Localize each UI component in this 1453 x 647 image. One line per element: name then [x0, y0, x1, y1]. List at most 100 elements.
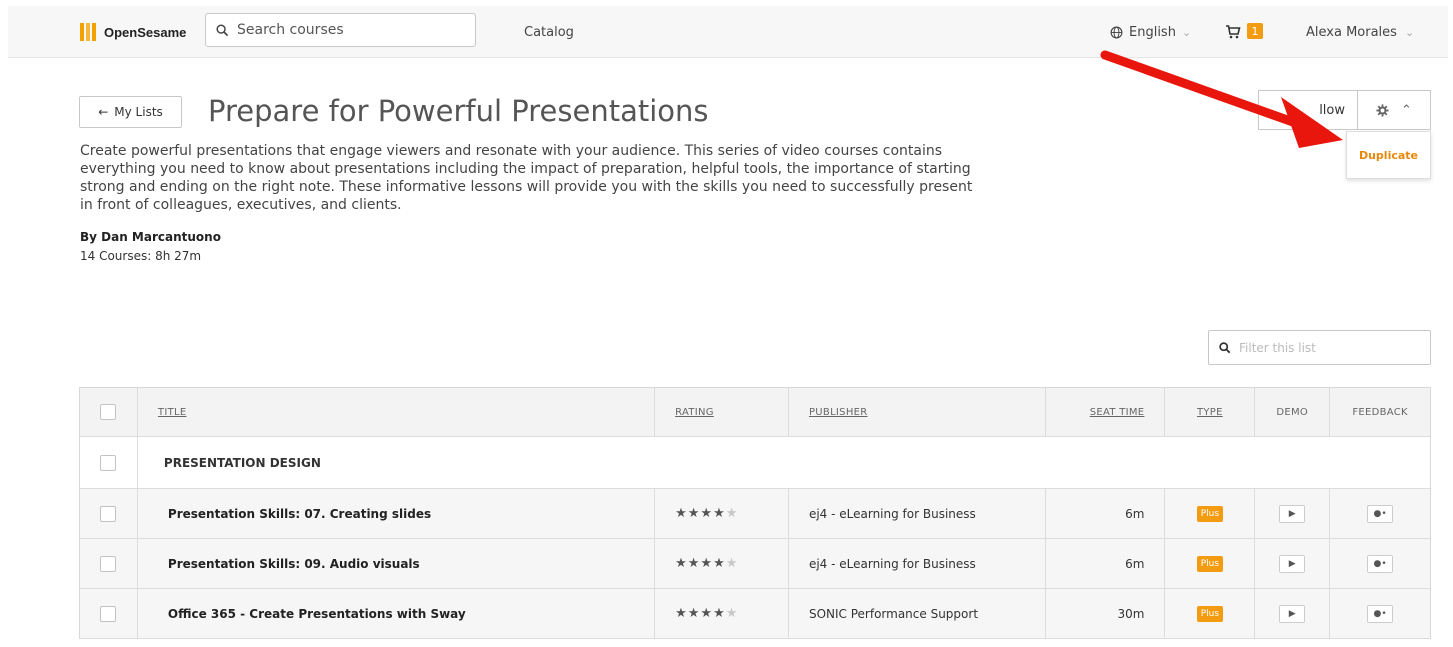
follow-button-label: llow [1319, 102, 1345, 118]
opensesame-logo[interactable]: OpenSesame [80, 23, 186, 41]
navbar: OpenSesame Catalog English ⌄ 1 Alexa Mor… [8, 6, 1448, 58]
sort-publisher-header[interactable]: PUBLISHER [809, 407, 868, 418]
rating-cell: ★★★★★ [655, 539, 789, 588]
list-author: By Dan Marcantuono [80, 230, 221, 244]
demo-cell: ▶ [1255, 489, 1331, 538]
demo-play-icon[interactable]: ▶ [1279, 604, 1306, 623]
plus-badge: Plus [1196, 605, 1224, 622]
logo-mark-icon [80, 23, 100, 41]
demo-cell: ▶ [1255, 589, 1331, 638]
feedback-cell: ●• [1330, 539, 1430, 588]
chevron-up-icon: ⌃ [1401, 102, 1412, 118]
row-checkbox[interactable] [100, 505, 117, 522]
title-cell: Presentation Skills: 07. Creating slides [138, 489, 656, 538]
follow-button[interactable]: llow [1258, 90, 1358, 130]
table-row[interactable]: Presentation Skills: 09. Audio visuals ★… [80, 539, 1430, 589]
sort-rating-header[interactable]: RATING [675, 407, 714, 418]
language-label: English [1129, 25, 1176, 40]
rating-cell: ★★★★★ [655, 489, 789, 538]
title-cell: Office 365 - Create Presentations with S… [138, 589, 656, 638]
cart-icon [1226, 24, 1241, 38]
course-title-link[interactable]: Office 365 - Create Presentations with S… [158, 607, 466, 621]
row-checkbox[interactable] [100, 555, 117, 572]
row-checkbox-cell [80, 489, 138, 538]
feedback-cell: ●• [1330, 589, 1430, 638]
cart-count-badge: 1 [1247, 23, 1263, 39]
feedback-icon[interactable]: ●• [1367, 604, 1394, 623]
course-count: 14 Courses: 8h 27m [80, 249, 202, 263]
logo-text: OpenSesame [104, 24, 187, 40]
feedback-icon[interactable]: ●• [1367, 554, 1394, 573]
search-box[interactable] [205, 13, 476, 47]
header-checkbox-cell [80, 388, 138, 436]
type-cell: Plus [1165, 589, 1256, 638]
user-menu[interactable]: Alexa Morales ⌄ [1306, 25, 1414, 40]
demo-cell: ▶ [1255, 539, 1331, 588]
search-icon [216, 23, 229, 36]
seat-time-cell: 6m [1046, 489, 1166, 538]
demo-play-icon[interactable]: ▶ [1279, 504, 1306, 523]
publisher-cell: ej4 - eLearning for Business [789, 539, 1046, 588]
top-navigation: OpenSesame Catalog English ⌄ 1 Alexa Mor… [0, 0, 1453, 66]
filter-list-box[interactable] [1208, 330, 1431, 365]
header-demo-cell: DEMO [1255, 388, 1331, 436]
demo-play-icon[interactable]: ▶ [1279, 554, 1306, 573]
group-title: PRESENTATION DESIGN [163, 455, 321, 470]
chevron-down-icon: ⌄ [1181, 26, 1192, 39]
language-selector[interactable]: English ⌄ [1110, 25, 1191, 40]
plus-badge: Plus [1196, 555, 1224, 572]
sort-title-header[interactable]: TITLE [158, 407, 187, 418]
demo-header: DEMO [1276, 406, 1309, 418]
header-publisher-cell: PUBLISHER [789, 388, 1046, 436]
type-cell: Plus [1165, 489, 1256, 538]
group-row: PRESENTATION DESIGN [80, 437, 1430, 489]
chevron-down-icon: ⌄ [1404, 26, 1415, 39]
plus-badge: Plus [1196, 505, 1224, 522]
table-header-row: TITLE RATING PUBLISHER SEAT TIME TYPE DE… [80, 388, 1430, 437]
header-rating-cell: RATING [655, 388, 789, 436]
arrow-left-icon: ← [98, 105, 109, 119]
feedback-icon[interactable]: ●• [1367, 504, 1394, 523]
feedback-cell: ●• [1330, 489, 1430, 538]
star-rating-icon: ★★★★★ [675, 556, 739, 571]
seat-time-cell: 6m [1046, 539, 1166, 588]
header-title-cell: TITLE [138, 388, 656, 436]
list-description: Create powerful presentations that engag… [80, 143, 973, 213]
gear-icon [1376, 103, 1389, 117]
row-checkbox-cell [80, 539, 138, 588]
search-icon [1219, 341, 1231, 353]
cart-button[interactable]: 1 [1225, 23, 1263, 39]
back-button-label: My Lists [114, 105, 163, 119]
row-checkbox-cell [80, 589, 138, 638]
sort-type-header[interactable]: TYPE [1197, 407, 1223, 418]
seat-time-cell: 30m [1046, 589, 1166, 638]
group-checkbox-cell [80, 437, 138, 488]
page-title: Prepare for Powerful Presentations [208, 94, 709, 128]
header-type-cell: TYPE [1165, 388, 1256, 436]
table-row[interactable]: Presentation Skills: 07. Creating slides… [80, 489, 1430, 539]
settings-menu-button[interactable]: ⌃ [1357, 90, 1431, 130]
star-rating-icon: ★★★★★ [675, 506, 739, 521]
header-feedback-cell: FEEDBACK [1330, 388, 1430, 436]
row-checkbox[interactable] [100, 605, 117, 622]
duplicate-menu-item[interactable]: Duplicate [1359, 149, 1418, 162]
publisher-cell: SONIC Performance Support [789, 589, 1046, 638]
table-row[interactable]: Office 365 - Create Presentations with S… [80, 589, 1430, 639]
type-cell: Plus [1165, 539, 1256, 588]
course-title-link[interactable]: Presentation Skills: 07. Creating slides [158, 507, 431, 521]
sort-seat-time-header[interactable]: SEAT TIME [1090, 407, 1145, 418]
catalog-link[interactable]: Catalog [524, 25, 574, 40]
back-to-my-lists-button[interactable]: ← My Lists [79, 96, 182, 128]
rating-cell: ★★★★★ [655, 589, 789, 638]
course-title-link[interactable]: Presentation Skills: 09. Audio visuals [158, 557, 420, 571]
course-table: TITLE RATING PUBLISHER SEAT TIME TYPE DE… [79, 387, 1431, 639]
filter-input[interactable] [1239, 340, 1419, 355]
globe-icon [1110, 26, 1123, 39]
feedback-header: FEEDBACK [1352, 406, 1408, 418]
header-seat-time-cell: SEAT TIME [1046, 388, 1166, 436]
title-cell: Presentation Skills: 09. Audio visuals [138, 539, 656, 588]
publisher-cell: ej4 - eLearning for Business [789, 489, 1046, 538]
select-all-checkbox[interactable] [100, 404, 117, 420]
group-checkbox[interactable] [100, 454, 117, 471]
search-input[interactable] [237, 22, 457, 38]
